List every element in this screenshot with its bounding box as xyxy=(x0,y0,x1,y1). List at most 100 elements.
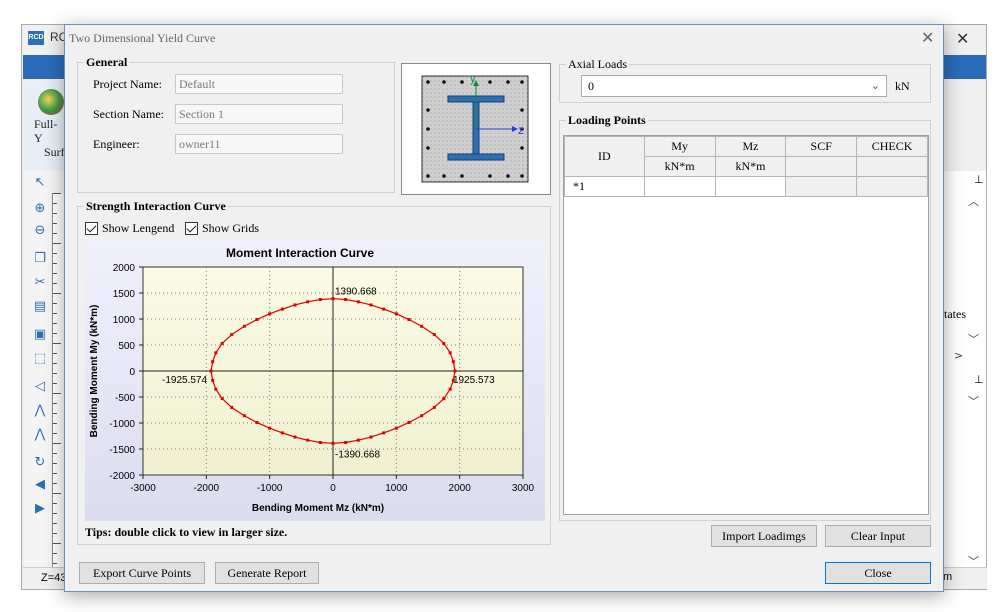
x-tick-label: 2000 xyxy=(449,483,472,494)
row-my-cell[interactable] xyxy=(643,176,716,197)
curve-point xyxy=(280,431,284,435)
copy-icon[interactable]: ❐ xyxy=(32,251,48,267)
ribbon-full-yield-surface-button[interactable]: Full-Y Surf xyxy=(24,81,66,177)
pin-icon-2[interactable]: ⊥ xyxy=(974,373,984,386)
curve-point xyxy=(407,420,411,424)
x-tick-label: -2000 xyxy=(194,483,220,494)
mirror-icon[interactable]: ⋀ xyxy=(32,403,48,419)
close-icon[interactable]: ✕ xyxy=(921,28,934,47)
generate-report-button[interactable]: Generate Report xyxy=(215,562,319,584)
curve-point xyxy=(432,333,436,337)
column-header-mz[interactable]: Mz xyxy=(714,136,787,157)
x-tick-label: 3000 xyxy=(512,483,535,494)
curve-point xyxy=(211,360,215,364)
column-header-id[interactable]: ID xyxy=(564,136,645,177)
loading-points-table: ID My Mz SCF CHECK kN*m kN*m *1 xyxy=(563,135,929,515)
column-header-scf[interactable]: SCF xyxy=(785,136,858,157)
unit-header-scf xyxy=(785,156,858,177)
row-mz-cell[interactable] xyxy=(714,176,787,197)
zoom-out-icon[interactable]: ⊖ xyxy=(32,223,48,239)
export-curve-points-button[interactable]: Export Curve Points xyxy=(79,562,205,584)
refresh-icon[interactable]: ↻ xyxy=(32,455,48,471)
curve-point xyxy=(214,351,218,355)
curve-point xyxy=(382,431,386,435)
app-logo-icon: RCD xyxy=(28,31,44,45)
curve-point xyxy=(280,307,284,311)
y-tick-label: 1000 xyxy=(113,315,136,326)
curve-annotation: -1925.574 xyxy=(162,375,207,386)
ribbon-menu-button[interactable] xyxy=(23,55,67,79)
curve-point xyxy=(453,369,457,373)
ribbon-button-label: Full-Y Surf xyxy=(34,117,65,159)
project-name-field[interactable]: Default xyxy=(175,74,343,94)
status-coordinates: Z=43 xyxy=(41,572,67,584)
curve-point xyxy=(420,414,424,418)
row-id-value: 1 xyxy=(579,179,585,193)
engineer-field[interactable]: owner11 xyxy=(175,134,343,154)
axial-load-select[interactable]: 0 ⌄ xyxy=(581,75,887,97)
curve-point xyxy=(293,435,297,439)
curve-point xyxy=(442,397,446,401)
curve-point xyxy=(318,441,322,444)
status-unit: m xyxy=(943,571,953,583)
curve-point xyxy=(448,351,452,355)
app-close-icon[interactable]: ✕ xyxy=(956,29,969,49)
curve-point xyxy=(344,441,348,444)
axial-unit-label: kN xyxy=(895,79,910,93)
curve-point xyxy=(432,405,436,409)
row-scf-cell xyxy=(785,176,858,197)
x-tick-label: 1000 xyxy=(385,483,408,494)
curve-point xyxy=(407,318,411,322)
dropdown-icon[interactable]: ﹀ xyxy=(968,393,979,409)
chevron-down-icon: ⌄ xyxy=(870,79,880,92)
curve-annotation: 1390.668 xyxy=(335,287,377,298)
right-side-panel: ⊥ ︿ tates ﹀ > ⊥ ﹀ ﹀ xyxy=(944,171,986,568)
column-header-my[interactable]: My xyxy=(643,136,716,157)
scroll-down-icon[interactable]: ﹀ xyxy=(968,331,979,347)
pin-icon[interactable]: ⊥ xyxy=(974,173,984,186)
back-arrow-icon[interactable]: ◀ xyxy=(32,477,48,493)
section-preview-image[interactable]: y z xyxy=(401,63,551,195)
tips-text: Tips: double click to view in larger siz… xyxy=(85,525,288,539)
show-grids-checkbox[interactable]: Show Grids xyxy=(185,221,259,236)
scroll-up-icon[interactable]: ︿ xyxy=(968,193,979,209)
close-button[interactable]: Close xyxy=(825,562,931,584)
pointer-icon[interactable]: ↖ xyxy=(32,175,48,191)
curve-point xyxy=(420,324,424,328)
y-tick-label: -500 xyxy=(115,393,135,404)
curve-point xyxy=(382,307,386,311)
curve-point xyxy=(331,441,335,445)
curve-point xyxy=(211,378,215,382)
layer-icon[interactable]: ▣ xyxy=(32,327,48,343)
curve-point xyxy=(268,426,272,430)
import-loadings-button[interactable]: Import Loadimgs xyxy=(711,525,817,547)
show-legend-label: Show Lengend xyxy=(102,221,175,235)
y-tick-label: 2000 xyxy=(113,263,136,274)
strength-curve-legend: Strength Interaction Curve xyxy=(86,199,226,213)
curve-point xyxy=(293,303,297,307)
curve-point xyxy=(369,435,373,439)
curve-point xyxy=(369,303,373,307)
column-header-check[interactable]: CHECK xyxy=(856,136,928,157)
shape-icon[interactable]: ◁ xyxy=(32,379,48,395)
table-row[interactable]: *1 xyxy=(564,176,928,197)
scroll-right-icon[interactable]: > xyxy=(954,349,963,362)
curve-point xyxy=(394,312,398,316)
paste-icon[interactable]: ▤ xyxy=(32,299,48,315)
dialog-title: Two Dimensional Yield Curve xyxy=(69,31,216,45)
row-id-cell[interactable]: *1 xyxy=(564,176,645,197)
y-tick-label: -2000 xyxy=(109,471,135,482)
select-icon[interactable]: ⬚ xyxy=(32,351,48,367)
forward-arrow-icon[interactable]: ▶ xyxy=(32,501,48,517)
curve-point xyxy=(448,387,452,391)
show-grids-label: Show Grids xyxy=(202,221,260,235)
interaction-chart[interactable]: -3000 -2000 -1000 0 1000 2000 3000 -2000 -1500 -1… xyxy=(85,239,545,521)
clear-input-button[interactable]: Clear Input xyxy=(825,525,931,547)
transform-icon[interactable]: ⋀ xyxy=(32,427,48,443)
zoom-in-icon[interactable]: ⊕ xyxy=(32,201,48,217)
ribbon-right-strip xyxy=(944,55,986,79)
section-name-field[interactable]: Section 1 xyxy=(175,104,343,124)
cut-icon[interactable]: ✂ xyxy=(32,275,48,291)
curve-point xyxy=(242,324,246,328)
show-legend-checkbox[interactable]: Show Lengend xyxy=(85,221,174,236)
